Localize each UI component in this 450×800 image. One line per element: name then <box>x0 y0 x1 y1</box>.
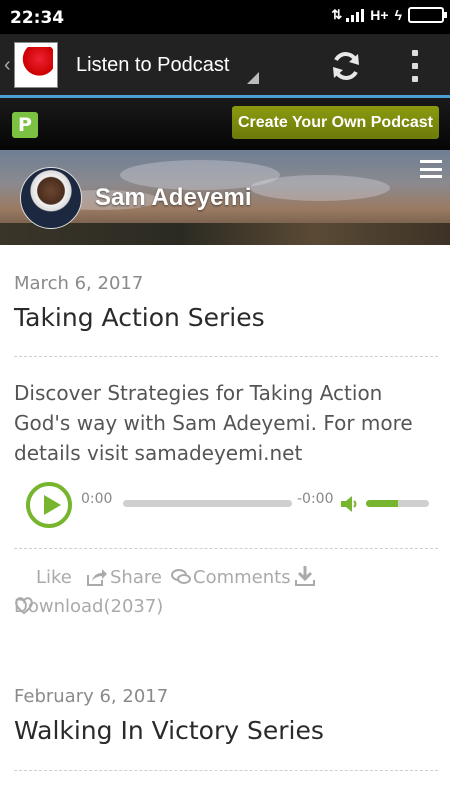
episode-description: Discover Strategies for Taking Action Go… <box>14 381 413 465</box>
comments-icon[interactable] <box>170 567 192 587</box>
app-title[interactable]: Listen to Podcast <box>76 54 229 77</box>
download-button[interactable]: Download(2037) <box>14 596 163 617</box>
app-logo[interactable] <box>14 42 58 88</box>
current-time: 0:00 <box>81 491 113 507</box>
status-icons: ⇅ H+ ϟ <box>331 7 447 23</box>
like-button[interactable]: Like <box>36 567 72 588</box>
data-activity-icon: ⇅ <box>331 7 342 22</box>
volume-icon[interactable] <box>340 494 360 514</box>
volume-level <box>366 500 398 507</box>
spinner-indicator-icon <box>247 72 259 84</box>
overflow-menu-icon[interactable] <box>404 48 426 84</box>
signal-icon <box>346 8 365 22</box>
create-podcast-button[interactable]: Create Your Own Podcast <box>232 106 439 139</box>
refresh-icon[interactable] <box>328 48 364 84</box>
episode-title[interactable]: Taking Action Series <box>14 303 265 332</box>
network-type: H+ <box>370 7 389 23</box>
divider <box>14 770 438 771</box>
play-icon[interactable] <box>26 482 72 528</box>
seek-bar[interactable] <box>123 500 292 507</box>
app-bar: ‹ Listen to Podcast <box>0 34 450 98</box>
charging-icon: ϟ <box>394 7 402 23</box>
back-chevron-icon[interactable]: ‹ <box>4 54 11 77</box>
podomatic-logo[interactable]: P <box>12 112 38 138</box>
divider <box>14 356 438 357</box>
share-icon[interactable] <box>86 567 108 587</box>
episode-date: February 6, 2017 <box>14 686 169 707</box>
battery-icon <box>408 7 447 23</box>
episode-date: March 6, 2017 <box>14 273 144 294</box>
remaining-time: -0:00 <box>297 491 334 507</box>
comments-button[interactable]: Comments <box>193 567 291 588</box>
profile-name: Sam Adeyemi <box>95 184 252 211</box>
hamburger-icon[interactable] <box>420 160 442 178</box>
avatar <box>20 167 82 229</box>
download-icon[interactable] <box>294 564 316 588</box>
status-time: 22:34 <box>10 8 65 28</box>
status-bar: 22:34 ⇅ H+ ϟ <box>0 0 450 34</box>
divider <box>14 548 438 549</box>
share-button[interactable]: Share <box>110 567 162 588</box>
episode-title[interactable]: Walking In Victory Series <box>14 716 324 745</box>
